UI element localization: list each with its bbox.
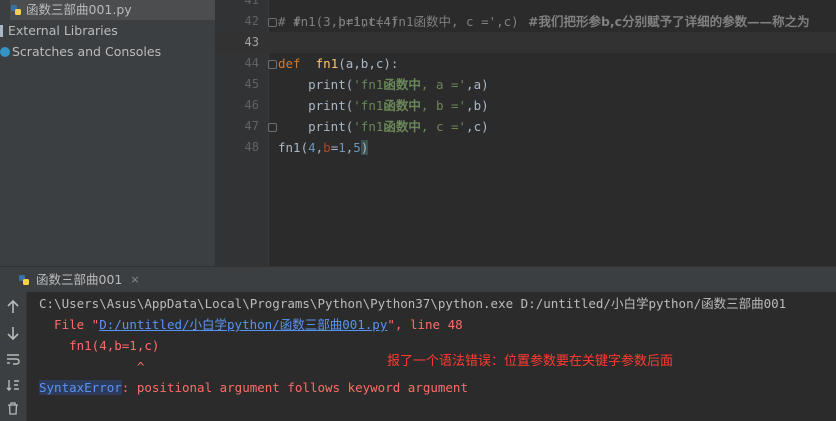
current-line-highlight — [215, 32, 836, 53]
number-literal: 4 — [308, 140, 316, 155]
scratches-icon — [0, 47, 10, 57]
number-literal: 1 — [338, 140, 346, 155]
code-line-42: # fn1(3,b=1,c=4) #我们把形参b,c分别赋予了详细的参数——称之为 — [278, 11, 810, 32]
call: print( — [308, 98, 354, 113]
fold-marker-icon[interactable] — [268, 60, 277, 69]
line-number: 44 — [244, 56, 259, 70]
run-toolbar — [0, 292, 27, 421]
comment-text: # fn1(3,b=1,c=4) — [278, 14, 399, 29]
string-text: 函数中 — [383, 119, 421, 134]
code-line-45: print('fn1函数中, a =',a) — [278, 74, 489, 95]
python-file-icon — [19, 275, 29, 285]
call-args: ,a) — [466, 77, 489, 92]
keyword-arg: b — [323, 140, 331, 155]
code-line-46: print('fn1函数中, b =',b) — [278, 95, 489, 116]
up-arrow-icon[interactable] — [4, 299, 22, 318]
fold-marker-icon[interactable] — [268, 123, 277, 132]
file-prefix: File " — [39, 317, 100, 332]
sort-icon[interactable] — [4, 378, 22, 396]
call: print( — [308, 119, 354, 134]
code-line-48: fn1(4,b=1,5) — [278, 137, 369, 158]
comment-text: #我们把形参b,c分别赋予了详细的参数——称之为 — [528, 14, 810, 29]
trash-icon[interactable] — [4, 402, 22, 420]
number-literal: 5 — [353, 140, 361, 155]
console-caret: ^ — [39, 359, 145, 374]
file-suffix: ", line 48 — [387, 317, 463, 332]
project-tree-panel: 函数三部曲001.py External Libraries Scratches… — [0, 0, 215, 266]
keyword-def: def — [278, 56, 301, 71]
string-text: 函数中 — [383, 77, 421, 92]
tree-item-label: External Libraries — [8, 23, 118, 38]
line-number: 41 — [244, 0, 259, 7]
call-args: ,c) — [466, 119, 489, 134]
params: (a,b,c): — [338, 56, 399, 71]
console-file-line: File "D:/untitled/小白学python/函数三部曲001.py"… — [39, 314, 463, 335]
down-arrow-icon[interactable] — [4, 326, 22, 344]
string-text: , b =' — [420, 98, 467, 113]
run-tab-label: 函数三部曲001 — [36, 272, 123, 287]
string-text: 函数中 — [383, 98, 421, 113]
tree-item-label: Scratches and Consoles — [12, 44, 162, 59]
function-name: fn1 — [315, 56, 339, 71]
string-text: , a =' — [420, 77, 467, 92]
call: print( — [308, 77, 354, 92]
tree-item-label: 函数三部曲001.py — [26, 2, 132, 17]
string-text: 'fn1 — [353, 98, 384, 113]
string-text: 'fn1 — [353, 119, 384, 134]
line-number: 42 — [244, 14, 259, 28]
console-code-line: fn1(4,b=1,c) — [39, 338, 160, 353]
line-number: 48 — [244, 140, 259, 154]
run-panel-header: 函数三部曲001 × — [0, 266, 836, 293]
run-tab[interactable]: 函数三部曲001 × — [18, 271, 140, 289]
line-number: 46 — [244, 98, 259, 112]
line-number: 43 — [244, 35, 259, 49]
close-icon[interactable]: × — [130, 271, 139, 289]
fold-marker-icon[interactable] — [268, 18, 277, 27]
code-line-47: print('fn1函数中, c =',c) — [278, 116, 489, 137]
console-command: C:\Users\Asus\AppData\Local\Programs\Pyt… — [39, 296, 787, 311]
matched-paren: ) — [360, 140, 369, 155]
code-line-44: def fn1(a,b,c): — [278, 53, 398, 74]
tree-item-scratches[interactable]: Scratches and Consoles — [0, 42, 161, 62]
tree-item-python-file[interactable]: 函数三部曲001.py — [10, 0, 215, 20]
python-file-icon — [11, 5, 21, 15]
call: fn1( — [278, 140, 309, 155]
file-link[interactable]: D:/untitled/小白学python/函数三部曲001.py — [99, 317, 387, 332]
call-args: ,b) — [466, 98, 489, 113]
soft-wrap-icon[interactable] — [4, 352, 22, 370]
exception-name[interactable]: SyntaxError — [39, 380, 122, 395]
tree-item-external-libraries[interactable]: External Libraries — [0, 21, 118, 41]
library-icon — [0, 25, 3, 37]
exception-message: : positional argument follows keyword ar… — [121, 380, 468, 395]
annotation-text: 报了一个语法错误：位置参数要在关键字参数后面 — [387, 354, 674, 369]
string-text: , c =' — [420, 119, 467, 134]
line-number: 45 — [244, 77, 259, 91]
console-exception-line: SyntaxError: positional argument follows… — [39, 377, 468, 398]
line-number: 47 — [244, 119, 259, 133]
string-text: 'fn1 — [353, 77, 384, 92]
